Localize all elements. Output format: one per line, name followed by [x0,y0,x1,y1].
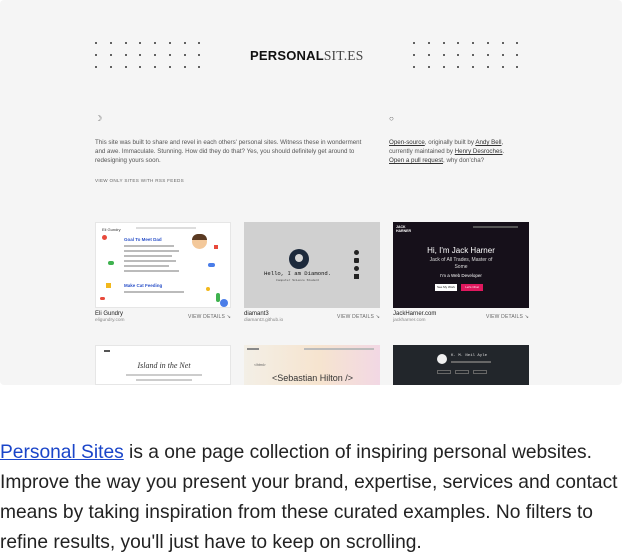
credits-text: , why don'cha? [443,157,485,164]
avatar-hair [192,234,207,240]
confetti-shape [108,261,114,265]
card-name[interactable]: JackHarner.com [393,311,436,317]
credits-text: currently maintained by [389,148,455,155]
thumb-subtitle: Computer Science Student [276,279,320,282]
confetti-shape [102,235,107,240]
thumb-tag [473,370,487,374]
dot-pattern-left [95,42,213,68]
github-icon [354,266,359,271]
site-thumbnail[interactable]: Hello, I am Diamond. Computer Science St… [244,222,380,308]
thumb-nav [136,227,196,229]
thumb-nav [304,348,374,350]
moon-icon[interactable]: ☽ [95,114,102,123]
site-thumbnail[interactable]: Eli Gundry Goal To Meet Dad Make Cat Fee… [95,222,231,308]
thumb-line [124,255,172,257]
logo-bold: PERSONAL [250,48,324,63]
credits-text: . [502,148,505,155]
thumb-line [124,245,174,247]
maintainer-link[interactable]: Henry Desroches [455,148,503,155]
logo-light: SIT.ES [323,48,364,63]
site-logo[interactable]: PERSONALSIT.ES [250,48,363,64]
credits: Open-source, originally built by Andy Be… [389,138,529,165]
confetti-shape [206,287,210,291]
thumb-tag: </html> [254,363,266,367]
thumb-line [451,361,491,363]
thumb-line [124,265,169,267]
thumb-tag [437,370,451,374]
site-thumbnail-kp[interactable]: K. M. Neil Ayle [393,345,529,385]
thumb-heading: Make Cat Feeding [124,283,163,288]
thumb-button: See My Work [435,284,457,291]
card-url[interactable]: jackharner.com [393,318,436,323]
card-url[interactable]: eligundry.com [95,318,125,323]
confetti-shape [208,263,215,267]
site-card-jackharner[interactable]: JACK HARNER Hi, I'm Jack Harner Jack of … [393,222,529,323]
thumb-logo: JACK HARNER [396,225,411,233]
thumb-title: Eli Gundry [102,227,121,232]
thumb-heading: <Sebastian Hilton /> [272,373,354,383]
site-thumbnail-island[interactable]: Island in the Net [95,345,231,385]
github-icon[interactable]: ○ [389,114,394,123]
avatar [437,354,447,364]
site-thumbnail-hilton[interactable]: </html> <Sebastian Hilton /> [244,345,380,385]
thumb-tag [455,370,469,374]
author-link[interactable]: Andy Bell [475,139,501,146]
thumb-button: Let's Chat [461,284,483,291]
card-name[interactable]: Eli Gundry [95,311,123,317]
thumb-heading: Hi, I'm Jack Harner [427,246,495,255]
thumb-tagline: I'm a Web Developer [440,273,482,278]
open-source-link[interactable]: Open-source [389,139,425,146]
thumb-heading: K. M. Neil Ayle [451,354,488,358]
pull-request-link[interactable]: Open a pull request [389,157,443,164]
view-details-link[interactable]: VIEW DETAILS ↘ [486,314,529,320]
card-url[interactable]: diamant3.github.io [244,318,283,323]
view-details-link[interactable]: VIEW DETAILS ↘ [337,314,380,320]
intro-text: This site was built to share and revel i… [95,139,362,164]
linkedin-icon [354,274,359,279]
thumb-heading: Hello, I am Diamond. [264,270,332,277]
thumb-nav [473,226,518,228]
site-card-diamant3[interactable]: Hello, I am Diamond. Computer Science St… [244,222,380,323]
credits-text: , [501,139,504,146]
card-meta: Eli Gundry eligundry.com VIEW DETAILS ↘ [95,311,231,323]
thumb-line [136,379,192,381]
thumb-logo [104,350,110,352]
confetti-shape [214,245,218,249]
confetti-shape [106,283,111,288]
dot-pattern-right [413,42,531,68]
confetti-shape [100,297,105,300]
thumb-line [124,260,176,262]
site-thumbnail[interactable]: JACK HARNER Hi, I'm Jack Harner Jack of … [393,222,529,308]
rss-filter-link[interactable]: VIEW ONLY SITES WITH RSS FEEDS [95,178,184,183]
thumb-heading: Goal To Meet Dad [124,237,162,242]
thumb-heading: Island in the Net [137,361,191,370]
site-card-eli-gundry[interactable]: Eli Gundry Goal To Meet Dad Make Cat Fee… [95,222,231,323]
thumb-line [124,270,179,272]
view-details-link[interactable]: VIEW DETAILS ↘ [188,314,231,320]
instagram-icon [354,258,359,263]
confetti-shape [220,299,228,307]
thumb-line [124,250,179,252]
avatar-face [295,254,303,262]
card-meta: diamant3 diamant3.github.io VIEW DETAILS… [244,311,380,323]
description: Personal Sites is a one page collection … [0,438,622,558]
thumb-logo [247,348,259,350]
personal-sites-link[interactable]: Personal Sites [0,442,124,463]
card-name[interactable]: diamant3 [244,311,269,317]
facebook-icon [354,250,359,255]
thumb-subtitle: Some [454,264,468,270]
credits-text: , originally built by [424,139,476,146]
thumb-line [124,291,184,293]
thumb-subtitle: Jack of All Trades, Master of [429,257,493,263]
thumb-line [126,374,202,376]
site-screenshot: PERSONALSIT.ES ☽ ○ This site was built t… [0,0,622,385]
card-meta: JackHarner.com jackharner.com VIEW DETAI… [393,311,529,323]
